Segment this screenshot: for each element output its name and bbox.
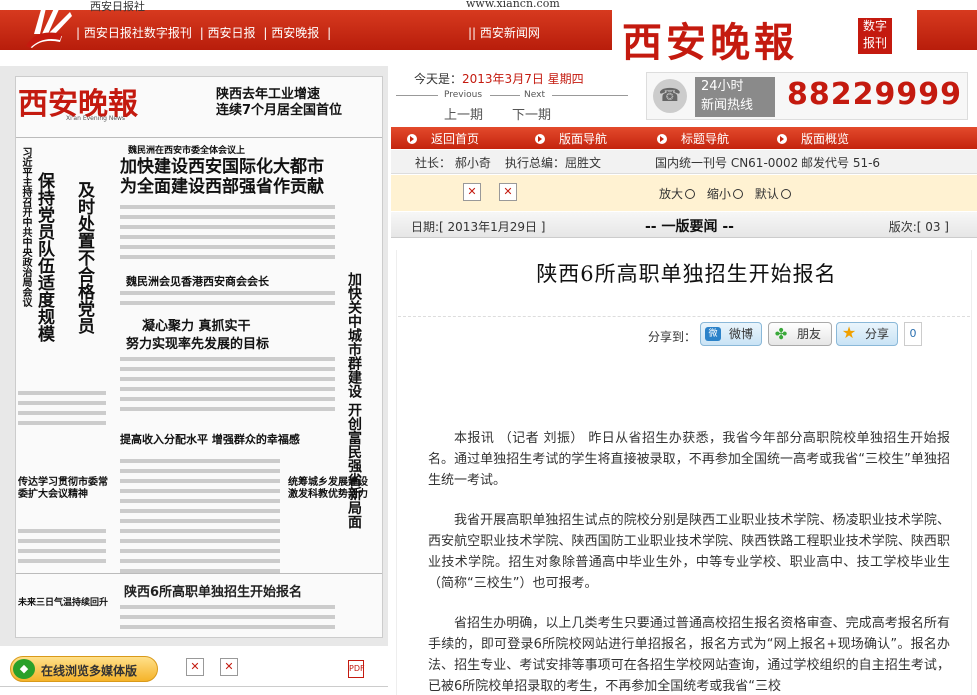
info-editor: 执行总编：屈胜文 bbox=[505, 156, 602, 170]
brand-logo[interactable]: 西安晚報 数字报刊 bbox=[612, 0, 917, 68]
arrow-right-icon bbox=[407, 134, 417, 144]
nav-page-overview[interactable]: 版面概览 bbox=[777, 130, 849, 147]
today-date: 今天是：2013年3月7日 星期四 bbox=[414, 72, 584, 86]
previous-label-en: Previous bbox=[444, 90, 483, 100]
paper-sub-7[interactable]: 陕西6所高职单独招生开始报名 bbox=[124, 581, 302, 600]
view-toolbar: ✕ ✕ 放大 缩小 默认 bbox=[391, 175, 977, 211]
site-header: 西安日报社 www.xiancn.com | 西安日报社数字报刊 | 西安日报 … bbox=[0, 0, 977, 68]
nav-home[interactable]: 返回首页 bbox=[407, 130, 479, 147]
arrow-right-icon bbox=[777, 134, 787, 144]
article-paragraph: 省招生办明确，以上几类考生只要通过普通高校招生报名资格审查、完成高考报名所有手续… bbox=[428, 616, 950, 694]
paper-kicker: 魏民洲在西安市委全体会议上 bbox=[128, 146, 246, 156]
zoom-out-label: 缩小 bbox=[706, 187, 731, 201]
paper-sub-2[interactable]: 凝心聚力 真抓实干 bbox=[142, 315, 251, 334]
org-name[interactable]: 西安日报社 bbox=[90, 0, 145, 14]
paper-sub-3[interactable]: 努力实现率先发展的目标 bbox=[126, 333, 269, 352]
zoom-out-radio[interactable] bbox=[732, 189, 743, 199]
nav-link-xian-daily[interactable]: | 西安日报 bbox=[200, 26, 256, 40]
broken-image-icon[interactable]: ✕ bbox=[220, 658, 238, 676]
paper-sub-4[interactable]: 提高收入分配水平 增强群众的幸福感 bbox=[120, 431, 300, 447]
brand-tag: 数字报刊 bbox=[858, 18, 892, 54]
sun-rays-logo-icon[interactable] bbox=[22, 0, 78, 48]
nav-link-digital[interactable]: | 西安日报社数字报刊 bbox=[76, 26, 192, 40]
share-more-button[interactable]: ★ 分享 bbox=[836, 322, 898, 346]
masthead-info: 社长： 郝小奇 执行总编：屈胜文 国内统一刊号 CN61-0002 邮发代号 5… bbox=[391, 150, 977, 174]
bottom-strip bbox=[0, 686, 388, 695]
weibo-icon: 微 bbox=[705, 327, 721, 341]
zoom-controls: 放大 缩小 默认 bbox=[659, 185, 799, 202]
hotline-number: 88229999 bbox=[787, 77, 962, 112]
zoom-in-radio[interactable] bbox=[685, 189, 696, 199]
page-root: 西安日报社 www.xiancn.com | 西安日报社数字报刊 | 西安日报 … bbox=[0, 0, 977, 695]
zoom-default-label: 默认 bbox=[754, 187, 779, 201]
article-paragraph: 本报讯 （记者 刘振） 昨日从省招生办获悉，我省今年部分高职院校单独招生开始报名… bbox=[428, 431, 950, 488]
paper-masthead-sub: Xi'an Evening News bbox=[66, 115, 126, 122]
telephone-icon: ☎ bbox=[653, 79, 687, 113]
share-count: 0 bbox=[904, 322, 922, 346]
news-hotline: ☎ 24小时 新闻热线 88229999 bbox=[646, 72, 968, 120]
header-nav: | 西安日报社数字报刊 | 西安日报 | 西安晚报 | bbox=[76, 24, 335, 41]
arrow-right-icon bbox=[657, 134, 667, 144]
chat-bubble-icon: ◆ bbox=[13, 659, 35, 679]
paper-sub-5[interactable]: 统筹城乡发展建设 激发科教优势活力 bbox=[288, 477, 380, 501]
star-icon: ★ bbox=[841, 323, 857, 342]
broken-image-icon[interactable]: ✕ bbox=[186, 658, 204, 676]
nav-page-guide[interactable]: 版面导航 bbox=[535, 130, 607, 147]
nav-title-guide[interactable]: 标题导航 bbox=[657, 130, 729, 147]
article-paragraph: 我省开展高职单独招生试点的院校分别是陕西工业职业技术学院、杨凌职业技术学院、西安… bbox=[428, 513, 950, 591]
brand-title: 西安晚報 bbox=[622, 19, 798, 66]
broken-image-icon[interactable]: ✕ bbox=[499, 183, 517, 201]
page-date: 日期:[ 2013年1月29日 ] bbox=[411, 220, 546, 234]
hotline-label: 24小时 新闻热线 bbox=[695, 77, 775, 117]
online-multimedia-label: 在线浏览多媒体版 bbox=[41, 664, 138, 678]
page-version: 版次:[ 03 ] bbox=[888, 220, 949, 234]
section-nav: 返回首页 版面导航 标题导航 版面概览 bbox=[391, 127, 977, 149]
arrow-right-icon bbox=[535, 134, 545, 144]
article-body: 本报讯 （记者 刘振） 昨日从省招生办获悉，我省今年部分高职院校单独招生开始报名… bbox=[428, 428, 950, 695]
zoom-default-radio[interactable] bbox=[780, 189, 791, 199]
next-label-en: Next bbox=[524, 90, 545, 100]
article-title: 陕西6所高职单独招生开始报名 bbox=[536, 262, 837, 286]
issue-pager: Previous Next 上一期 下一期 bbox=[392, 90, 632, 126]
next-issue-link[interactable]: 下一期 bbox=[512, 104, 551, 123]
zoom-in-label: 放大 bbox=[659, 187, 684, 201]
nav-link-xian-news[interactable]: || 西安新闻网 bbox=[468, 24, 540, 41]
info-cn-code: 国内统一刊号 CN61-0002 bbox=[655, 156, 799, 170]
broken-image-icon[interactable]: ✕ bbox=[463, 183, 481, 201]
nav-separator: | bbox=[327, 26, 332, 40]
paper-sub-6[interactable]: 传达学习贯彻市委常委扩大会议精神 bbox=[18, 477, 108, 501]
share-friend-button[interactable]: ✤ 朋友 bbox=[768, 322, 832, 346]
share-weibo-button[interactable]: 微 微博 bbox=[700, 322, 762, 346]
paper-sub-8[interactable]: 未来三日气温持续回升 bbox=[18, 595, 108, 608]
pdf-icon[interactable]: PDF bbox=[348, 660, 365, 678]
clover-icon: ✤ bbox=[774, 325, 788, 343]
paper-top-headline[interactable]: 陕西去年工业增速 连续7个月居全国首位 bbox=[216, 87, 342, 119]
online-multimedia-button[interactable]: ◆ 在线浏览多媒体版 bbox=[10, 656, 158, 682]
newspaper-page-thumbnail[interactable]: 西安晚報 Xi'an Evening News 陕西去年工业增速 连续7个月居全… bbox=[15, 76, 383, 638]
info-post-code: 邮发代号 51-6 bbox=[801, 156, 881, 170]
paper-main-headline[interactable]: 加快建设西安国际化大都市 为全面建设西部强省作贡献 bbox=[120, 157, 324, 197]
share-label: 分享到： bbox=[648, 330, 697, 344]
site-url[interactable]: www.xiancn.com bbox=[466, 0, 560, 10]
paper-vertical-2[interactable]: 保持党员队伍适度规模 bbox=[34, 172, 54, 342]
nav-link-xian-evening[interactable]: | 西安晚报 bbox=[263, 26, 319, 40]
previous-issue-link[interactable]: 上一期 bbox=[444, 104, 483, 123]
page-info-bar: 日期:[ 2013年1月29日 ] -- 一版要闻 -- 版次:[ 03 ] bbox=[391, 212, 977, 238]
page-section-title: -- 一版要闻 -- bbox=[645, 219, 734, 235]
info-president: 社长： 郝小奇 bbox=[415, 156, 491, 170]
